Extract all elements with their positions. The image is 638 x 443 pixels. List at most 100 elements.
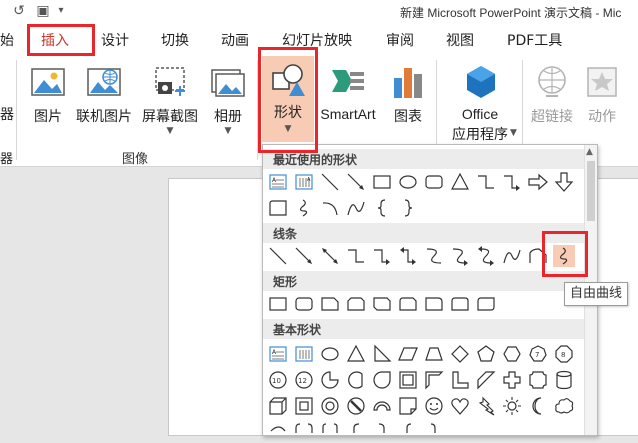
frame-shape[interactable]: [397, 369, 419, 391]
line-shape[interactable]: [319, 171, 341, 193]
cube-shape[interactable]: [267, 395, 289, 417]
rectangle-shape[interactable]: [267, 293, 289, 315]
round-same-side-rectangle-shape[interactable]: [449, 293, 471, 315]
photo-album-button[interactable]: 相册 ▼: [204, 60, 252, 146]
triangle-shape[interactable]: [449, 171, 471, 193]
snip-round-rectangle-shape[interactable]: [397, 293, 419, 315]
elbow-connector-shape[interactable]: [345, 245, 367, 267]
moon-shape[interactable]: [527, 395, 549, 417]
right-bracket-shape[interactable]: [371, 421, 393, 443]
tab-transitions[interactable]: 切换: [161, 30, 189, 50]
trapezoid-shape[interactable]: [423, 343, 445, 365]
flowchart-shape[interactable]: [267, 197, 289, 219]
l-shape[interactable]: [449, 369, 471, 391]
office-apps-button[interactable]: Office 应用程序 ▼: [440, 60, 520, 146]
rounded-rectangle-shape[interactable]: [293, 293, 315, 315]
tab-animations[interactable]: 动画: [221, 30, 249, 50]
rectangle-shape[interactable]: [371, 171, 393, 193]
hyperlink-button[interactable]: 超链接: [526, 60, 578, 140]
cross-shape[interactable]: [501, 369, 523, 391]
heart-shape[interactable]: [449, 395, 471, 417]
teardrop-shape[interactable]: [371, 369, 393, 391]
rounded-rectangle-shape[interactable]: [423, 171, 445, 193]
vertical-text-box-shape[interactable]: A: [293, 171, 315, 193]
plaque-shape[interactable]: [527, 369, 549, 391]
double-brace-shape[interactable]: [319, 421, 341, 443]
scroll-thumb[interactable]: [587, 161, 595, 221]
smiley-face-shape[interactable]: [423, 395, 445, 417]
bevel-shape[interactable]: [293, 395, 315, 417]
arrow-line-shape[interactable]: [345, 171, 367, 193]
text-box-shape[interactable]: A: [267, 171, 289, 193]
start-slideshow-icon[interactable]: ▣: [34, 2, 52, 20]
redo-icon[interactable]: ↺: [10, 2, 28, 20]
oval-shape[interactable]: [397, 171, 419, 193]
text-box-shape[interactable]: A: [267, 343, 289, 365]
freeform-scribble-shape[interactable]: [293, 197, 315, 219]
round-single-corner-rectangle-shape[interactable]: [423, 293, 445, 315]
octagon-shape[interactable]: 8: [553, 343, 575, 365]
scroll-up-icon[interactable]: ▲: [586, 147, 593, 157]
screenshot-button[interactable]: 屏幕截图 ▼: [138, 60, 202, 146]
elbow-connector-shape[interactable]: [475, 171, 497, 193]
curve-shape[interactable]: [501, 245, 523, 267]
double-arrow-line-shape[interactable]: [319, 245, 341, 267]
snip-same-side-rectangle-shape[interactable]: [345, 293, 367, 315]
donut-shape[interactable]: [319, 395, 341, 417]
freeform-scribble-shape[interactable]: [553, 245, 575, 267]
freeform-shape[interactable]: [527, 245, 549, 267]
right-triangle-shape[interactable]: [371, 343, 393, 365]
line-shape[interactable]: [267, 245, 289, 267]
triangle-shape[interactable]: [345, 343, 367, 365]
diagonal-stripe-shape[interactable]: [475, 369, 497, 391]
chart-button[interactable]: 图表: [386, 60, 430, 140]
tab-review[interactable]: 审阅: [386, 30, 414, 50]
snip-diagonal-rectangle-shape[interactable]: [371, 293, 393, 315]
curved-double-arrow-connector-shape[interactable]: [475, 245, 497, 267]
arc-shape[interactable]: [319, 197, 341, 219]
curved-arrow-connector-shape[interactable]: [449, 245, 471, 267]
online-picture-button[interactable]: 联机图片: [72, 60, 136, 140]
hexagon-shape[interactable]: [501, 343, 523, 365]
double-bracket-shape[interactable]: [293, 421, 315, 443]
left-brace-shape[interactable]: [397, 421, 419, 443]
no-symbol-shape[interactable]: [345, 395, 367, 417]
round-diagonal-rectangle-shape[interactable]: [475, 293, 497, 315]
oval-shape[interactable]: [319, 343, 341, 365]
elbow-arrow-connector-shape[interactable]: [371, 245, 393, 267]
left-brace-shape[interactable]: [371, 197, 393, 219]
tab-home[interactable]: 始: [0, 30, 14, 50]
cloud-shape[interactable]: [553, 395, 575, 417]
dodecagon-shape[interactable]: 12: [293, 369, 315, 391]
tab-insert[interactable]: 插入: [41, 30, 69, 50]
curve-shape[interactable]: [345, 197, 367, 219]
pie-shape[interactable]: [319, 369, 341, 391]
vertical-text-box-shape[interactable]: [293, 343, 315, 365]
can-shape[interactable]: [553, 369, 575, 391]
right-arrow-shape[interactable]: [527, 171, 549, 193]
down-arrow-shape[interactable]: [553, 171, 575, 193]
block-arc-shape[interactable]: [371, 395, 393, 417]
left-bracket-shape[interactable]: [345, 421, 367, 443]
diamond-shape[interactable]: [449, 343, 471, 365]
tab-design[interactable]: 设计: [101, 30, 129, 50]
snip-corner-rectangle-shape[interactable]: [319, 293, 341, 315]
tab-slideshow[interactable]: 幻灯片放映: [282, 30, 352, 50]
chord-shape[interactable]: [345, 369, 367, 391]
action-button[interactable]: 动作: [580, 60, 624, 140]
picture-button[interactable]: 图片: [24, 60, 72, 140]
curved-connector-shape[interactable]: [423, 245, 445, 267]
decagon-shape[interactable]: 10: [267, 369, 289, 391]
chevron-down-icon[interactable]: ▾: [52, 2, 70, 20]
lightning-bolt-shape[interactable]: [475, 395, 497, 417]
elbow-arrow-connector-shape[interactable]: [501, 171, 523, 193]
smartart-button[interactable]: SmartArt: [315, 60, 381, 140]
sun-shape[interactable]: [501, 395, 523, 417]
half-frame-shape[interactable]: [423, 369, 445, 391]
heptagon-shape[interactable]: 7: [527, 343, 549, 365]
parallelogram-shape[interactable]: [397, 343, 419, 365]
right-brace-shape[interactable]: [423, 421, 445, 443]
tab-view[interactable]: 视图: [446, 30, 474, 50]
elbow-double-arrow-connector-shape[interactable]: [397, 245, 419, 267]
arrow-line-shape[interactable]: [293, 245, 315, 267]
